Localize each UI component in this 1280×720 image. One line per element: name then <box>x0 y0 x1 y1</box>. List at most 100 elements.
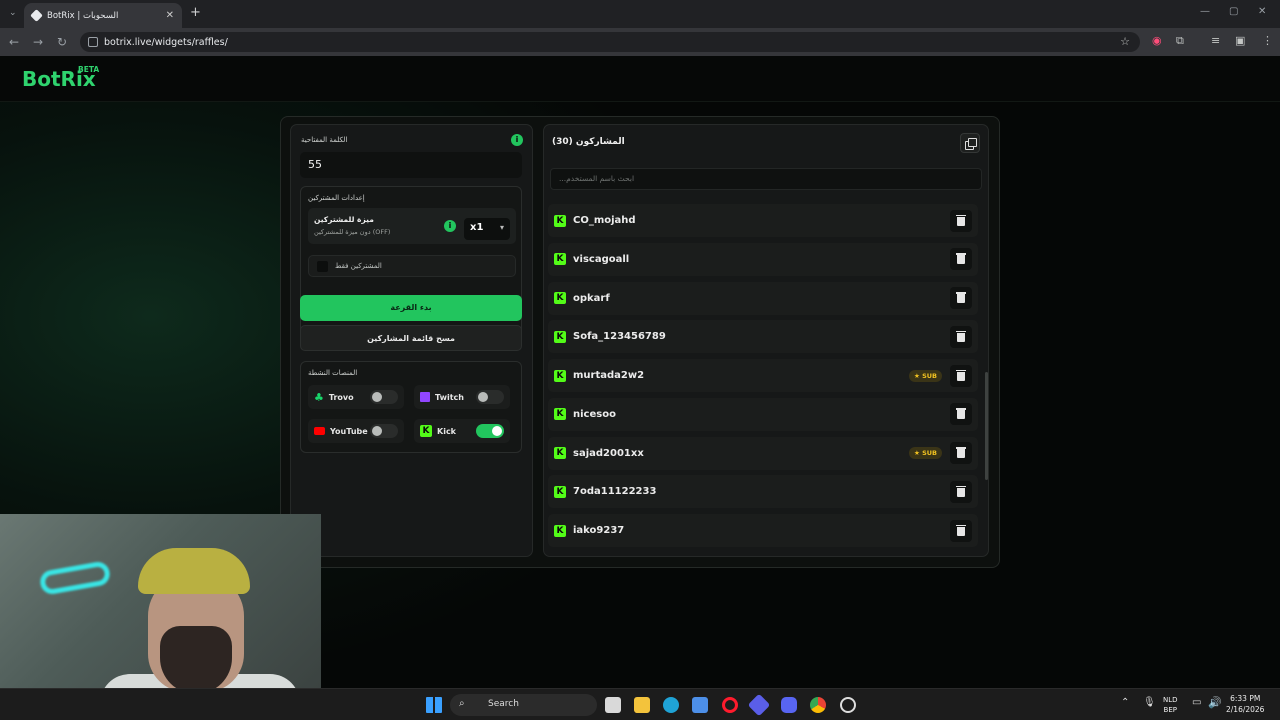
platform-name: Trovo <box>328 392 354 402</box>
copy-list-button[interactable] <box>960 133 980 153</box>
remove-participant-button[interactable] <box>950 403 972 426</box>
platform-youtube: YouTube <box>308 419 404 443</box>
participant-name: 7oda11122233 <box>573 486 657 498</box>
address-bar[interactable]: botrix.live/widgets/raffles/ ☆ <box>80 32 1140 52</box>
participant-row: K 7oda11122233 <box>548 475 978 509</box>
task-view-icon[interactable] <box>605 697 621 713</box>
system-clock[interactable]: 6:33 PM 2/16/2026 <box>1226 693 1264 715</box>
active-platforms-title: المنصات النشطة <box>308 369 358 377</box>
bookmark-star-icon[interactable]: ☆ <box>1120 35 1130 48</box>
extension-icon[interactable]: ◉ <box>1152 34 1162 47</box>
platform-twitch: Twitch <box>414 385 510 409</box>
language-indicator[interactable]: NLD BEP <box>1163 695 1178 715</box>
clear-participants-button[interactable]: مسح قائمة المشاركين <box>300 325 522 351</box>
network-icon[interactable]: ▭ <box>1192 697 1201 708</box>
youtube-icon <box>314 427 325 435</box>
media-controls-icon[interactable]: ≡ <box>1211 34 1220 47</box>
opera-icon[interactable] <box>722 697 738 713</box>
platform-trovo: ♣ Trovo <box>308 385 404 409</box>
bonus-info-icon[interactable]: i <box>444 220 456 232</box>
browser-tabstrip: ⌄ BotRix | السحوبات ✕ + — ▢ ✕ <box>0 0 1280 28</box>
platform-name: YouTube <box>330 426 368 436</box>
participant-row: Kiako9237 <box>548 514 978 547</box>
participant-name: sajad2001xx <box>573 447 644 459</box>
subscriber-bonus-subtitle: دون ميزة للمشتركين (OFF) <box>314 228 391 236</box>
taskbar-search-label: Search <box>488 699 519 709</box>
kick-icon: K <box>554 214 566 227</box>
maximize-icon[interactable]: ▢ <box>1229 6 1238 17</box>
discord-icon[interactable] <box>781 697 797 713</box>
sub-badge: ★ SUB <box>908 447 942 459</box>
participants-scrollbar[interactable] <box>985 372 988 480</box>
participants-title: المشاركون (30) <box>552 137 625 147</box>
kick-icon: K <box>554 485 566 498</box>
edge-icon[interactable] <box>663 697 679 713</box>
remove-participant-button[interactable] <box>950 442 972 464</box>
start-icon[interactable] <box>426 697 442 713</box>
microphone-icon[interactable]: 🎙 <box>1143 697 1156 708</box>
remove-participant-button[interactable] <box>950 364 972 387</box>
botrix-favicon-icon <box>30 9 43 22</box>
kick-icon: K <box>554 369 566 382</box>
start-raffle-button[interactable]: بدء القرعة <box>300 295 522 321</box>
remove-participant-button[interactable] <box>950 287 972 309</box>
subscriber-settings-title: إعدادات المشتركين <box>308 194 365 202</box>
subscribers-only-label: المشتركين فقط <box>335 262 382 270</box>
remove-participant-button[interactable] <box>950 519 972 542</box>
back-icon[interactable]: ← <box>2 35 26 49</box>
browser-tab[interactable]: BotRix | السحوبات ✕ <box>24 3 182 28</box>
multiplier-select[interactable]: x1 ▾ <box>464 218 510 240</box>
language-code: NLD <box>1163 696 1178 704</box>
kick-icon: K <box>554 330 566 343</box>
new-tab-icon[interactable]: + <box>190 5 201 20</box>
keyboard-code: BEP <box>1163 706 1177 714</box>
participant-row: Kmurtada2w2 ★ SUB <box>548 359 978 392</box>
profile-icon[interactable]: ▣ <box>1235 34 1245 47</box>
forward-icon[interactable]: → <box>26 35 50 49</box>
volume-icon[interactable]: 🔊 <box>1208 696 1222 709</box>
app-header: BotRix BETA <box>0 56 1280 102</box>
remove-participant-button[interactable] <box>950 209 972 232</box>
remove-participant-button[interactable] <box>950 480 972 503</box>
app-icon-2[interactable] <box>840 697 856 713</box>
trovo-toggle[interactable] <box>370 390 398 404</box>
windows-taskbar: ⌕ Search ⌃ 🎙 NLD BEP ▭ 🔊 6:33 PM 2/16/20… <box>0 688 1280 720</box>
remove-participant-button[interactable] <box>950 325 972 348</box>
kick-toggle[interactable] <box>476 424 504 438</box>
tray-chevron-icon[interactable]: ⌃ <box>1121 697 1129 708</box>
platform-name: Twitch <box>435 392 464 402</box>
subscriber-bonus-title: ميزة للمشتركين <box>314 215 374 224</box>
participant-name: nicesoo <box>573 408 616 420</box>
subscribers-only-row[interactable]: المشتركين فقط <box>308 255 516 277</box>
twitch-toggle[interactable] <box>476 390 504 404</box>
extensions-puzzle-icon[interactable]: ⧉ <box>1176 34 1184 48</box>
tab-search-icon[interactable]: ⌄ <box>9 8 17 18</box>
participant-search-input[interactable]: ...ابحث باسم المستخدم <box>550 168 982 190</box>
reload-icon[interactable]: ↻ <box>50 35 74 49</box>
participant-row: Knicesoo <box>548 397 978 431</box>
file-explorer-icon[interactable] <box>634 697 650 713</box>
site-info-icon[interactable] <box>88 37 98 47</box>
app-icon[interactable] <box>747 693 771 717</box>
taskbar-search[interactable]: ⌕ Search <box>450 694 597 716</box>
close-window-icon[interactable]: ✕ <box>1258 6 1266 17</box>
participant-name: iako9237 <box>573 525 625 536</box>
participant-name: CO_mojahd <box>573 215 636 226</box>
youtube-toggle[interactable] <box>370 424 398 438</box>
minimize-icon[interactable]: — <box>1200 6 1210 17</box>
participant-row: Ksajad2001xx ★ SUB <box>548 436 978 470</box>
subscribers-only-checkbox[interactable] <box>317 261 328 272</box>
keyword-info-icon[interactable]: i <box>511 134 523 146</box>
store-icon[interactable] <box>692 697 708 713</box>
keyword-input[interactable]: 55 <box>300 152 522 178</box>
menu-icon[interactable]: ⋮ <box>1262 34 1273 47</box>
close-tab-icon[interactable]: ✕ <box>166 10 174 21</box>
clock-time: 6:33 PM <box>1230 694 1261 703</box>
chrome-icon[interactable] <box>810 697 826 713</box>
remove-participant-button[interactable] <box>950 248 972 271</box>
person-cap <box>138 548 250 594</box>
keyword-label: الكلمة المفتاحية <box>301 136 348 144</box>
participants-list: K CO_mojahd Kviscagoall Kopkarf K Sofa_123456… <box>548 204 978 560</box>
participant-row: K Sofa_123456789 <box>548 320 978 354</box>
beta-badge: BETA <box>78 65 100 74</box>
